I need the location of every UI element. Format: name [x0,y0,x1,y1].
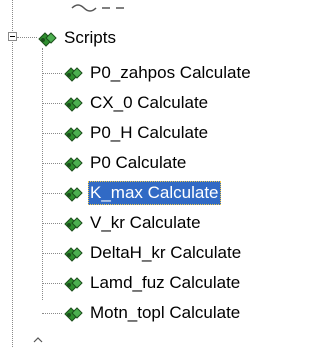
script-icon [64,217,83,232]
tree-item-script[interactable]: P0_H Calculate [42,119,210,147]
tree-item-label: Motn_topl Calculate [90,303,241,322]
collapse-toggle-icon[interactable] [8,32,17,41]
tree-item-script[interactable]: Lamd_fuz Calculate [42,269,242,297]
tree-item-script[interactable]: V_kr Calculate [42,209,203,237]
tree-item-script[interactable]: Motn_topl Calculate [42,299,242,327]
script-icon [64,67,83,82]
tree-item-label: CX_0 Calculate [90,93,209,112]
tree-line-parent [17,37,37,38]
script-icon [64,97,83,112]
tree-item-script[interactable]: P0_zahpos Calculate [42,59,253,87]
tree-connector [42,162,62,164]
tree-connector [42,132,62,134]
tree-connector [42,312,62,314]
tree-item-label: Lamd_fuz Calculate [90,273,241,292]
tree-item-label: Scripts [64,28,116,47]
tree-item-label: DeltaH_kr Calculate [90,243,242,262]
script-icon [64,187,83,202]
tree-connector [42,102,62,104]
tree-line-root [12,0,13,347]
script-tree-icon [38,32,57,47]
tree-item-label: P0 Calculate [90,153,187,172]
script-icon [64,157,83,172]
script-tree-view[interactable]: Scripts P0_zahpos Calculate CX_0 Calcula… [0,0,324,347]
tree-item-scripts[interactable]: Scripts [36,24,118,52]
script-icon [64,277,83,292]
tree-connector [42,222,62,224]
cropped-item-fragment [33,337,43,343]
tree-connector [42,192,62,194]
tree-item-script[interactable]: P0 Calculate [42,149,188,177]
tree-item-script[interactable]: DeltaH_kr Calculate [42,239,243,267]
script-icon [64,247,83,262]
script-icon [64,127,83,142]
script-icon [64,307,83,322]
tree-connector [42,252,62,254]
tree-connector [42,282,62,284]
tree-item-label: P0_H Calculate [90,123,209,142]
tree-connector [42,72,62,74]
tree-item-script[interactable]: K_max Calculate [42,179,221,207]
cropped-item-fragment [71,4,124,12]
tree-item-script[interactable]: CX_0 Calculate [42,89,210,117]
tree-item-label: V_kr Calculate [90,213,201,232]
tree-item-label-selected: K_max Calculate [88,181,221,205]
tree-item-label: P0_zahpos Calculate [90,63,251,82]
